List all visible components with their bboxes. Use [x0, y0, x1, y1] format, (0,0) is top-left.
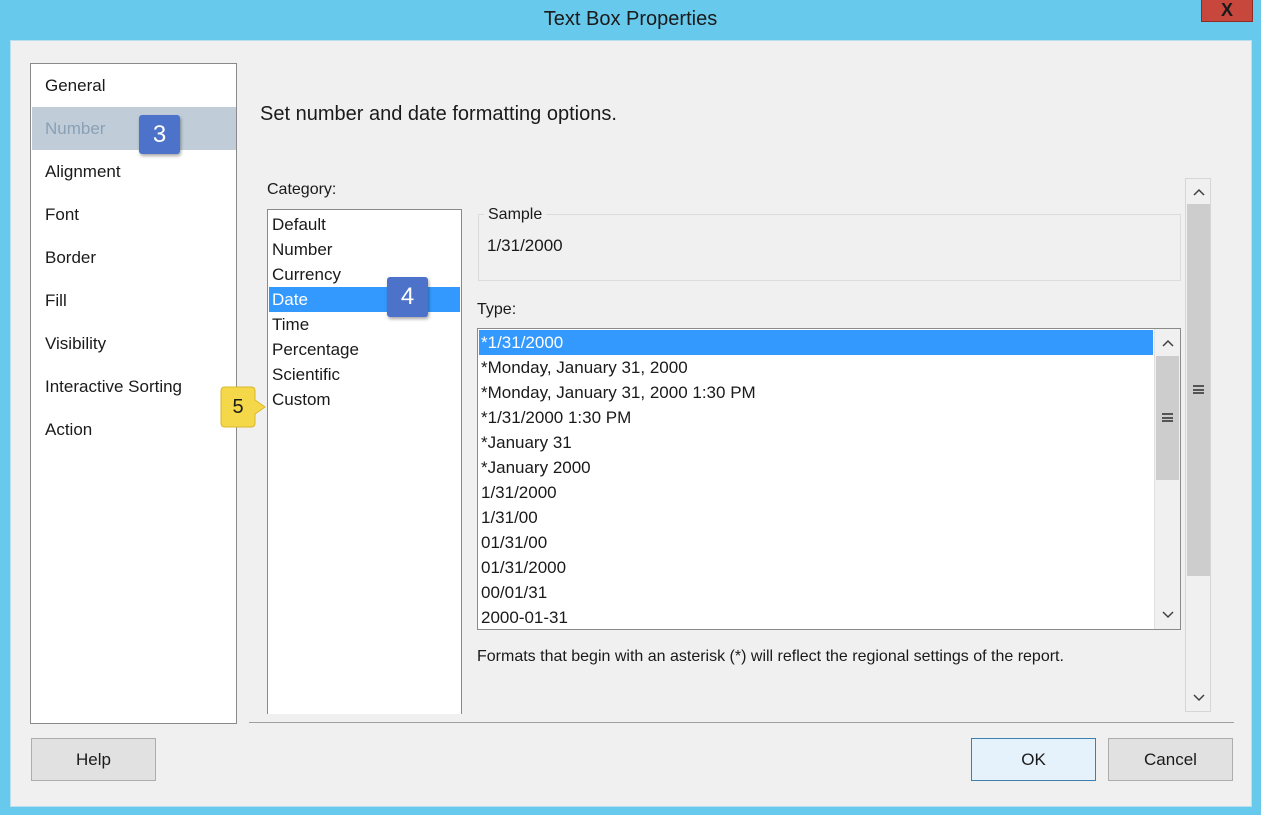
- type-item[interactable]: 00/01/31: [479, 580, 1153, 605]
- page-heading: Set number and date formatting options.: [260, 103, 617, 125]
- sample-value: 1/31/2000: [487, 236, 563, 255]
- grip-icon: [1162, 413, 1173, 422]
- category-item-currency[interactable]: Currency: [269, 262, 460, 287]
- cancel-button[interactable]: Cancel: [1108, 738, 1233, 781]
- category-label: Category:: [267, 181, 337, 198]
- dialog-window: General Number Alignment Font Border Fil…: [10, 40, 1252, 807]
- grip-icon: [1193, 385, 1204, 394]
- category-item-custom[interactable]: Custom: [269, 387, 460, 412]
- close-button[interactable]: X: [1201, 0, 1253, 22]
- type-item[interactable]: 2000-01-31: [479, 605, 1153, 629]
- type-item[interactable]: 01/31/00: [479, 530, 1153, 555]
- category-item-time[interactable]: Time: [269, 312, 460, 337]
- callout-step-4: 4: [387, 277, 428, 317]
- sidebar-item-general[interactable]: General: [32, 64, 236, 107]
- sidebar-item-fill[interactable]: Fill: [32, 279, 236, 322]
- dialog-body: General Number Alignment Font Border Fil…: [11, 41, 1251, 806]
- scrollbar-thumb[interactable]: [1156, 356, 1179, 480]
- scrollbar-thumb[interactable]: [1187, 204, 1210, 576]
- category-item-date[interactable]: Date: [269, 287, 460, 312]
- chevron-down-icon[interactable]: [1155, 603, 1180, 627]
- type-item[interactable]: *Monday, January 31, 2000: [479, 355, 1153, 380]
- category-list[interactable]: Default Number Currency Date Time Percen…: [267, 209, 462, 714]
- sidebar-item-font[interactable]: Font: [32, 193, 236, 236]
- sidebar-nav: General Number Alignment Font Border Fil…: [30, 63, 237, 724]
- type-item[interactable]: *1/31/2000 1:30 PM: [479, 405, 1153, 430]
- page-scrollbar[interactable]: [1185, 178, 1211, 712]
- title-bar: Text Box Properties X: [0, 0, 1261, 40]
- window-title: Text Box Properties: [543, 8, 718, 30]
- callout-step-5: 5: [232, 396, 244, 418]
- category-item-percentage[interactable]: Percentage: [269, 337, 460, 362]
- type-item[interactable]: *1/31/2000: [479, 330, 1153, 355]
- category-item-number[interactable]: Number: [269, 237, 460, 262]
- sidebar-item-interactive-sorting[interactable]: Interactive Sorting: [32, 365, 236, 408]
- type-list-scrollbar[interactable]: [1154, 329, 1180, 629]
- type-item[interactable]: *Monday, January 31, 2000 1:30 PM: [479, 380, 1153, 405]
- help-button[interactable]: Help: [31, 738, 156, 781]
- chevron-up-icon[interactable]: [1186, 180, 1211, 204]
- sample-group: [478, 214, 1181, 281]
- footer-divider: [249, 722, 1234, 723]
- callout-step-3: 3: [139, 115, 180, 154]
- category-item-scientific[interactable]: Scientific: [269, 362, 460, 387]
- type-item[interactable]: 1/31/2000: [479, 480, 1153, 505]
- ok-button[interactable]: OK: [971, 738, 1096, 781]
- chevron-down-icon[interactable]: [1186, 686, 1211, 710]
- type-label: Type:: [477, 301, 517, 318]
- type-list[interactable]: *1/31/2000 *Monday, January 31, 2000 *Mo…: [477, 328, 1181, 630]
- sidebar-item-border[interactable]: Border: [32, 236, 236, 279]
- sidebar-item-number[interactable]: Number: [32, 107, 236, 150]
- type-item[interactable]: *January 31: [479, 430, 1153, 455]
- sidebar-item-visibility[interactable]: Visibility: [32, 322, 236, 365]
- type-item[interactable]: 01/31/2000: [479, 555, 1153, 580]
- type-item[interactable]: 1/31/00: [479, 505, 1153, 530]
- footnote-text: Formats that begin with an asterisk (*) …: [477, 648, 1064, 665]
- chevron-up-icon[interactable]: [1155, 331, 1180, 355]
- sidebar-item-action[interactable]: Action: [32, 408, 236, 451]
- category-item-default[interactable]: Default: [269, 212, 460, 237]
- sidebar-item-alignment[interactable]: Alignment: [32, 150, 236, 193]
- type-item[interactable]: *January 2000: [479, 455, 1153, 480]
- sample-label: Sample: [484, 206, 547, 224]
